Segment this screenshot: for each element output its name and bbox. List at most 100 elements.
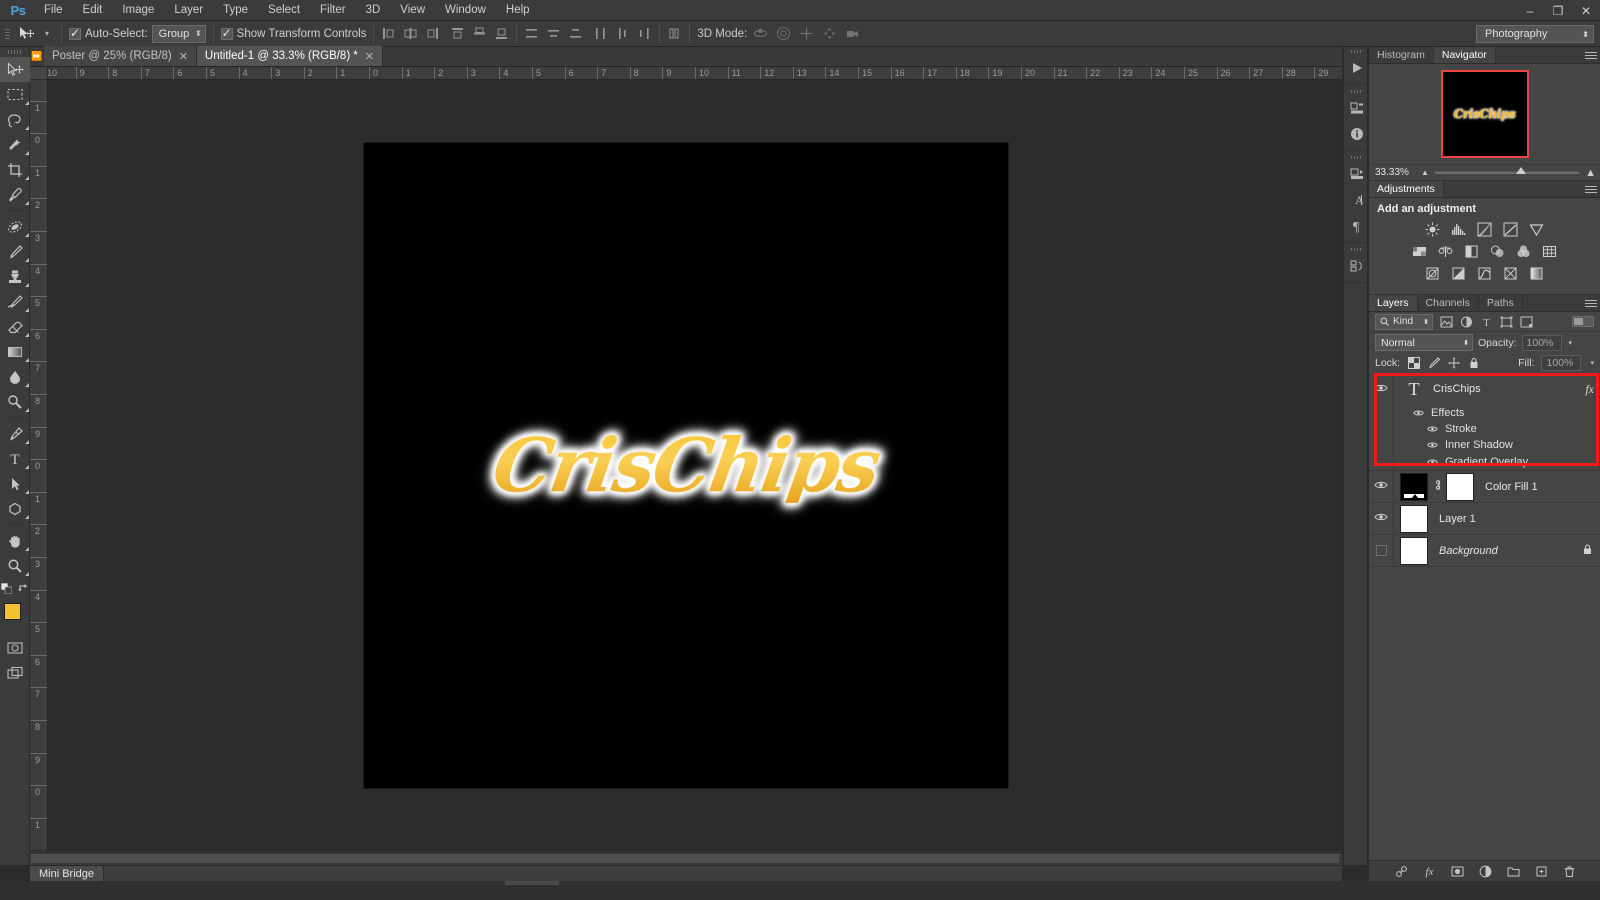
layer-filter-toggle[interactable] <box>1572 316 1594 327</box>
filter-adjustment-layers-icon[interactable] <box>1459 315 1473 329</box>
menu-layer[interactable]: Layer <box>164 0 213 21</box>
distribute-top-edges-icon[interactable] <box>524 26 539 41</box>
table-row[interactable]: Layer 1 <box>1369 503 1600 535</box>
menu-view[interactable]: View <box>390 0 435 21</box>
eyedropper-tool[interactable] <box>0 182 30 207</box>
brightness-contrast-icon[interactable] <box>1425 221 1441 237</box>
fill-chevron-down-icon[interactable]: ▾ <box>1590 359 1594 367</box>
rail-3d-icon[interactable] <box>1344 95 1369 121</box>
align-vertical-centers-icon[interactable] <box>472 26 487 41</box>
distribute-vertical-centers-icon[interactable] <box>546 26 561 41</box>
navigator-panel-menu-icon[interactable] <box>1585 50 1597 61</box>
brush-tool[interactable] <box>0 239 30 264</box>
add-layer-mask-icon[interactable] <box>1450 864 1464 878</box>
rail-character-icon[interactable]: A <box>1344 187 1369 213</box>
blur-tool[interactable] <box>0 364 30 389</box>
canvas-horizontal-scrollbar[interactable] <box>30 852 1342 864</box>
lock-transparent-pixels-icon[interactable] <box>1407 357 1420 370</box>
tab-navigator[interactable]: Navigator <box>1433 47 1496 63</box>
link-mask-icon[interactable] <box>1433 479 1442 494</box>
black-white-icon[interactable] <box>1464 243 1480 259</box>
vertical-ruler[interactable]: 1 0 1 2 3 4 5 6 7 8 9 0 1 2 3 4 5 6 7 8 9 0 1 <box>30 80 48 852</box>
layer-thumbnail-layer-1[interactable] <box>1400 504 1428 533</box>
3d-slide-icon[interactable] <box>822 26 837 41</box>
effect-gradient-overlay-visibility-cell[interactable] <box>1369 453 1394 470</box>
layer-visibility-toggle-background[interactable] <box>1369 535 1394 566</box>
crop-tool[interactable] <box>0 157 30 182</box>
scrollbar-thumb[interactable] <box>31 854 1339 863</box>
swap-colors-icon[interactable] <box>17 583 29 597</box>
vibrance-icon[interactable] <box>1529 221 1545 237</box>
minimize-icon[interactable]: – <box>1516 0 1544 21</box>
curves-icon[interactable] <box>1477 221 1493 237</box>
effects-visibility-toggle[interactable] <box>1369 405 1394 421</box>
document-tab-poster-close-icon[interactable]: ✕ <box>179 50 188 63</box>
blend-mode-select[interactable]: Normal <box>1375 334 1473 351</box>
effects-group-row[interactable]: Effects <box>1369 405 1600 421</box>
auto-select-checkbox[interactable]: Auto-Select: <box>69 23 148 45</box>
eye-icon[interactable] <box>1424 458 1440 466</box>
posterize-icon[interactable] <box>1451 265 1467 281</box>
menu-window[interactable]: Window <box>435 0 496 21</box>
3d-orbit-icon[interactable] <box>753 26 768 41</box>
photo-filter-icon[interactable] <box>1490 243 1506 259</box>
filter-smart-objects-icon[interactable] <box>1519 315 1533 329</box>
layer-thumbnail-background[interactable] <box>1400 536 1428 565</box>
navigator-zoom-value[interactable]: 33.33% <box>1369 167 1417 178</box>
screen-mode-icon[interactable] <box>0 660 30 685</box>
3d-camera-icon[interactable] <box>845 26 860 41</box>
opacity-value[interactable]: 100% <box>1521 334 1562 351</box>
effect-row-stroke[interactable]: Stroke <box>1369 421 1600 437</box>
lasso-tool[interactable] <box>0 107 30 132</box>
rail-layer-comps-icon[interactable] <box>1344 161 1369 187</box>
hand-tool[interactable] <box>0 528 30 553</box>
menu-select[interactable]: Select <box>258 0 310 21</box>
foreground-color-swatch[interactable] <box>4 603 21 620</box>
zoom-tool[interactable] <box>0 553 30 578</box>
polygon-tool[interactable] <box>0 496 30 521</box>
layer-mask-thumbnail[interactable] <box>1446 472 1474 501</box>
eye-icon[interactable] <box>1424 425 1440 433</box>
layer-name-background[interactable]: Background <box>1439 545 1583 557</box>
levels-icon[interactable] <box>1451 221 1467 237</box>
ruler-corner[interactable] <box>30 67 48 80</box>
add-layer-style-icon[interactable]: fx <box>1422 864 1436 878</box>
rectangular-marquee-tool[interactable] <box>0 82 30 107</box>
options-bar-grip[interactable] <box>2 23 12 45</box>
gradient-map-icon[interactable] <box>1529 265 1545 281</box>
tab-histogram[interactable]: Histogram <box>1369 47 1434 63</box>
3d-roll-icon[interactable] <box>776 26 791 41</box>
clone-stamp-tool[interactable] <box>0 264 30 289</box>
selective-color-icon[interactable] <box>1503 265 1519 281</box>
history-brush-tool[interactable] <box>0 289 30 314</box>
eye-icon[interactable] <box>1410 409 1426 417</box>
spot-healing-brush-tool[interactable] <box>0 214 30 239</box>
align-left-edges-icon[interactable] <box>381 26 396 41</box>
eye-icon[interactable] <box>1424 441 1440 449</box>
layer-visibility-toggle-crischips[interactable] <box>1369 373 1394 405</box>
delete-layer-icon[interactable] <box>1562 864 1576 878</box>
fill-value[interactable]: 100% <box>1541 355 1582 371</box>
menu-3d[interactable]: 3D <box>356 0 391 21</box>
artboard[interactable]: CrisChips <box>364 143 1008 788</box>
maximize-icon[interactable]: ❐ <box>1544 0 1572 21</box>
eraser-tool[interactable] <box>0 314 30 339</box>
link-layers-icon[interactable] <box>1394 864 1408 878</box>
tab-bar-grip-icon[interactable]: ⏩ <box>30 46 44 66</box>
menu-help[interactable]: Help <box>496 0 540 21</box>
effect-row-inner-shadow[interactable]: Inner Shadow <box>1369 437 1600 453</box>
filter-pixel-layers-icon[interactable] <box>1439 315 1453 329</box>
effect-row-gradient-overlay[interactable]: Gradient Overlay <box>1369 453 1600 470</box>
tools-panel-grip[interactable] <box>0 47 29 57</box>
layer-name-crischips[interactable]: CrisChips <box>1433 383 1585 395</box>
table-row[interactable]: Background <box>1369 535 1600 567</box>
menu-edit[interactable]: Edit <box>73 0 113 21</box>
invert-icon[interactable] <box>1425 265 1441 281</box>
opacity-chevron-down-icon[interactable]: ▾ <box>1569 339 1573 347</box>
layer-name-layer-1[interactable]: Layer 1 <box>1439 513 1600 525</box>
auto-select-scope-select[interactable]: Group <box>151 24 206 43</box>
distribute-left-edges-icon[interactable] <box>593 26 608 41</box>
channel-mixer-icon[interactable] <box>1516 243 1532 259</box>
mini-bridge-tab[interactable]: Mini Bridge <box>30 866 105 881</box>
layer-filter-kind-select[interactable]: Kind <box>1375 313 1433 330</box>
